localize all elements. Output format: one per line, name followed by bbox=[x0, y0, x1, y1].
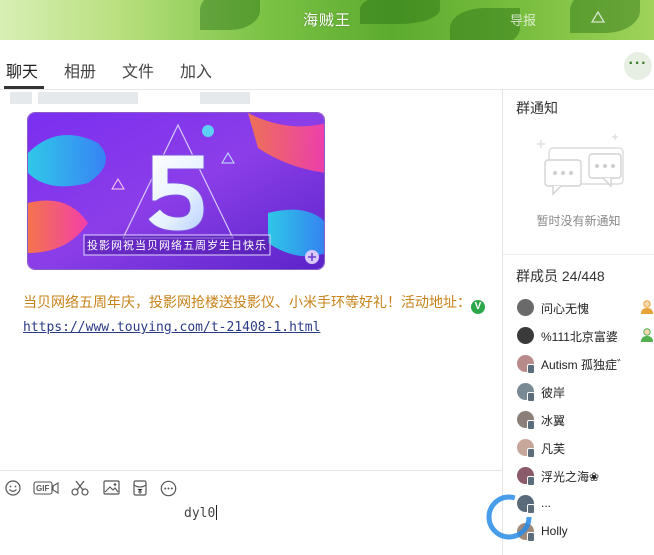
admin-person-icon bbox=[641, 328, 653, 342]
member-name: ... bbox=[541, 496, 552, 510]
promo-banner-caption: 投影网祝当贝网络五周岁生日快乐 bbox=[87, 240, 267, 252]
member-name: 彼岸 bbox=[541, 386, 566, 400]
member-row[interactable]: Holly bbox=[517, 521, 654, 543]
member-row[interactable]: 问心无愧 bbox=[517, 297, 654, 319]
member-name: 凡芙 bbox=[541, 442, 566, 456]
window-header: 海贼王 导报 bbox=[0, 0, 654, 40]
tab-files[interactable]: 文件 bbox=[122, 58, 154, 82]
avatar bbox=[517, 299, 534, 316]
message-input-value: dyl0 bbox=[184, 506, 216, 521]
blurred-sender-avatar bbox=[10, 92, 32, 104]
image-icon[interactable] bbox=[102, 480, 120, 498]
mobile-device-icon bbox=[527, 420, 535, 430]
tab-bar: 聊天 相册 文件 加入 ··· bbox=[0, 40, 654, 90]
active-tab-indicator bbox=[4, 86, 44, 89]
message-input[interactable]: dyl0 bbox=[184, 505, 218, 521]
promo-banner-image[interactable]: 投影网祝当贝网络五周岁生日快乐 bbox=[27, 112, 325, 270]
tab-join[interactable]: 加入 bbox=[180, 58, 212, 82]
member-row[interactable]: ... bbox=[517, 493, 654, 515]
group-notice-title[interactable]: 群通知 bbox=[516, 98, 558, 118]
member-row[interactable]: 凡芙 bbox=[517, 437, 654, 459]
empty-notice-text: 暂时没有新通知 bbox=[536, 214, 621, 228]
empty-notice-chat-icon bbox=[531, 130, 631, 207]
scissors-icon[interactable] bbox=[71, 480, 89, 498]
blurred-timestamp bbox=[200, 92, 250, 104]
member-row[interactable]: 浮光之海❀ bbox=[517, 465, 654, 487]
member-name: 浮光之海❀ bbox=[541, 470, 600, 484]
mobile-device-icon bbox=[527, 364, 535, 374]
member-name: Autism 孤独症゛ bbox=[541, 358, 630, 372]
member-name: %111北京富婆 bbox=[541, 330, 618, 344]
emoji-icon[interactable] bbox=[4, 480, 22, 498]
member-row[interactable]: Autism 孤独症゛ bbox=[517, 353, 654, 375]
tab-chat[interactable]: 聊天 bbox=[6, 58, 38, 82]
window-title: 海贼王 bbox=[302, 12, 351, 29]
red-packet-icon[interactable] bbox=[131, 480, 149, 498]
member-row[interactable]: 彼岸 bbox=[517, 381, 654, 403]
tab-album[interactable]: 相册 bbox=[64, 58, 96, 82]
group-members-title[interactable]: 群成员 24/448 bbox=[516, 266, 605, 286]
avatar bbox=[517, 327, 534, 344]
member-row[interactable]: %111北京富婆 bbox=[517, 325, 654, 347]
side-divider bbox=[503, 254, 654, 255]
watermark-logo bbox=[484, 492, 534, 542]
chat-messages[interactable]: 投影网祝当贝网络五周岁生日快乐 当贝网络五周年庆，投影网抢楼送投影仪、小米手环等… bbox=[0, 90, 502, 470]
window-action-icon[interactable] bbox=[590, 10, 610, 26]
message-text: 当贝网络五周年庆，投影网抢楼送投影仪、小米手环等好礼！活动地址： bbox=[23, 294, 471, 310]
mobile-device-icon bbox=[527, 476, 535, 486]
more-circle-icon[interactable] bbox=[159, 480, 177, 498]
compose-area: GIF dyl0 bbox=[0, 470, 502, 555]
group-side-panel: 群通知 暂时没有新通知 群成员 24/448 问心无愧 %111北京富婆 Autis… bbox=[502, 90, 654, 555]
text-caret bbox=[216, 505, 218, 520]
verified-v-icon: V bbox=[471, 300, 485, 314]
gif-icon[interactable]: GIF bbox=[33, 480, 59, 498]
owner-person-icon bbox=[641, 300, 653, 314]
faded-header-label: 导报 bbox=[510, 13, 537, 28]
message-link[interactable]: https://www.touying.com/t-21408-1.html bbox=[23, 320, 320, 335]
mobile-device-icon bbox=[527, 392, 535, 402]
more-dots-icon[interactable]: ··· bbox=[624, 52, 652, 80]
member-name: 冰翼 bbox=[541, 414, 566, 428]
member-name: Holly bbox=[541, 524, 568, 538]
blurred-sender-name bbox=[38, 92, 138, 104]
gif-label: GIF bbox=[36, 484, 50, 493]
member-row[interactable]: 冰翼 bbox=[517, 409, 654, 431]
chat-message: 当贝网络五周年庆，投影网抢楼送投影仪、小米手环等好礼！活动地址： Vhttps:/… bbox=[23, 290, 498, 340]
mobile-device-icon bbox=[527, 448, 535, 458]
member-name: 问心无愧 bbox=[541, 302, 590, 316]
